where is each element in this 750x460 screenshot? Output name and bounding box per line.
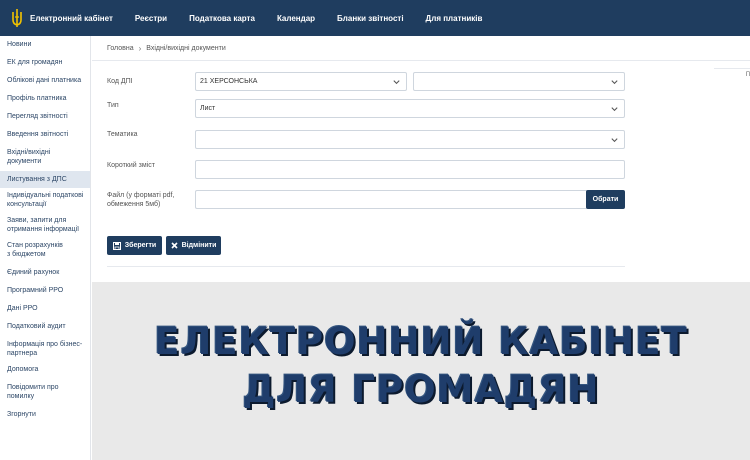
sidebar-item-view-reports[interactable]: Перегляд звітності bbox=[0, 112, 90, 121]
nav-calendar[interactable]: Календар bbox=[277, 14, 315, 23]
sidebar-item-consultations[interactable]: Індивідуальні податкові консультації bbox=[0, 191, 90, 209]
right-panel-divider bbox=[714, 68, 750, 69]
breadcrumb-home[interactable]: Головна bbox=[107, 45, 134, 52]
cancel-button-label: Відмінити bbox=[181, 242, 217, 249]
dps-secondary-select[interactable] bbox=[413, 72, 625, 91]
main-content: Головна › Вхідні/вихідні документи П Код… bbox=[92, 36, 750, 282]
nav-for-payers[interactable]: Для платників bbox=[426, 14, 483, 23]
sidebar-item-ek-citizens[interactable]: ЕК для громадян bbox=[0, 58, 90, 67]
sidebar-item-business-partner[interactable]: Інформація про бізнес-партнера bbox=[0, 340, 90, 358]
file-label: Файл (у форматі pdf, обмеження 5мб) bbox=[107, 192, 175, 208]
right-panel-edge-text: П bbox=[745, 72, 750, 78]
chevron-down-icon bbox=[611, 79, 618, 84]
sidebar-item-budget[interactable]: Стан розрахунків з бюджетом bbox=[0, 241, 70, 259]
dps-code-label: Код ДПІ bbox=[107, 78, 133, 85]
breadcrumb-current: Вхідні/вихідні документи bbox=[146, 45, 226, 52]
sidebar-item-requests[interactable]: Заяви, запити для отримання інформації bbox=[0, 216, 84, 234]
sidebar-item-documents[interactable]: Вхідні/вихідні документи bbox=[0, 148, 70, 166]
nav-report-forms[interactable]: Бланки звітності bbox=[337, 14, 404, 23]
sidebar-item-account-data[interactable]: Облікові дані платника bbox=[0, 76, 90, 85]
sidebar-item-collapse[interactable]: Згорнути bbox=[0, 410, 90, 419]
dps-code-value: 21 ХЕРСОНСЬКА bbox=[200, 78, 258, 85]
sidebar-item-profile[interactable]: Профіль платника bbox=[0, 94, 90, 103]
type-select[interactable]: Лист bbox=[195, 99, 625, 118]
file-input[interactable] bbox=[195, 190, 587, 209]
save-button[interactable]: Зберегти bbox=[107, 236, 162, 255]
chevron-right-icon: › bbox=[138, 44, 142, 53]
summary-label: Короткий зміст bbox=[107, 162, 155, 169]
nav-registries[interactable]: Реєстри bbox=[135, 14, 167, 23]
breadcrumb: Головна › Вхідні/вихідні документи bbox=[107, 44, 226, 53]
sidebar: Новини ЕК для громадян Облікові дані пла… bbox=[0, 36, 91, 460]
summary-input[interactable] bbox=[195, 160, 625, 179]
chevron-down-icon bbox=[611, 106, 618, 111]
dps-code-select[interactable]: 21 ХЕРСОНСЬКА bbox=[195, 72, 407, 91]
floppy-disk-icon bbox=[112, 241, 121, 250]
sidebar-item-enter-reports[interactable]: Введення звітності bbox=[0, 130, 90, 139]
cancel-button[interactable]: Відмінити bbox=[166, 236, 221, 255]
type-value: Лист bbox=[200, 105, 216, 112]
sidebar-item-single-account[interactable]: Єдиний рахунок bbox=[0, 268, 90, 277]
sidebar-item-help[interactable]: Допомога bbox=[0, 365, 90, 374]
topic-select[interactable] bbox=[195, 130, 625, 149]
sidebar-item-news[interactable]: Новини bbox=[0, 40, 90, 49]
topic-label: Тематика bbox=[107, 131, 138, 138]
sidebar-item-tax-audit[interactable]: Податковий аудит bbox=[0, 322, 90, 331]
type-label: Тип bbox=[107, 102, 119, 109]
form-divider bbox=[107, 266, 625, 267]
sidebar-item-software-rro[interactable]: Програмний РРО bbox=[0, 286, 90, 295]
top-navbar: Електронний кабінет Реєстри Податкова ка… bbox=[0, 0, 750, 36]
nav-tax-map[interactable]: Податкова карта bbox=[189, 14, 255, 23]
breadcrumb-divider bbox=[92, 60, 750, 61]
save-button-label: Зберегти bbox=[124, 242, 157, 249]
brand-title[interactable]: Електронний кабінет bbox=[30, 14, 113, 23]
chevron-down-icon bbox=[611, 137, 618, 142]
promo-banner: ЕЛЕКТРОННИЙ КАБІНЕТ ДЛЯ ГРОМАДЯН bbox=[92, 282, 750, 460]
banner-title-line2: ДЛЯ ГРОМАДЯН bbox=[242, 368, 600, 411]
sidebar-item-correspondence[interactable]: Листування з ДПС bbox=[0, 171, 90, 188]
sidebar-item-rro-data[interactable]: Дані РРО bbox=[0, 304, 90, 313]
trident-logo-icon[interactable] bbox=[9, 7, 25, 29]
main-nav: Реєстри Податкова карта Календар Бланки … bbox=[135, 14, 505, 23]
pick-file-button[interactable]: Обрати bbox=[586, 190, 625, 209]
sidebar-item-report-error[interactable]: Повідомити про помилку bbox=[0, 383, 64, 401]
banner-title-line1: ЕЛЕКТРОННИЙ КАБІНЕТ bbox=[154, 320, 688, 363]
close-icon bbox=[171, 242, 178, 249]
chevron-down-icon bbox=[393, 79, 400, 84]
